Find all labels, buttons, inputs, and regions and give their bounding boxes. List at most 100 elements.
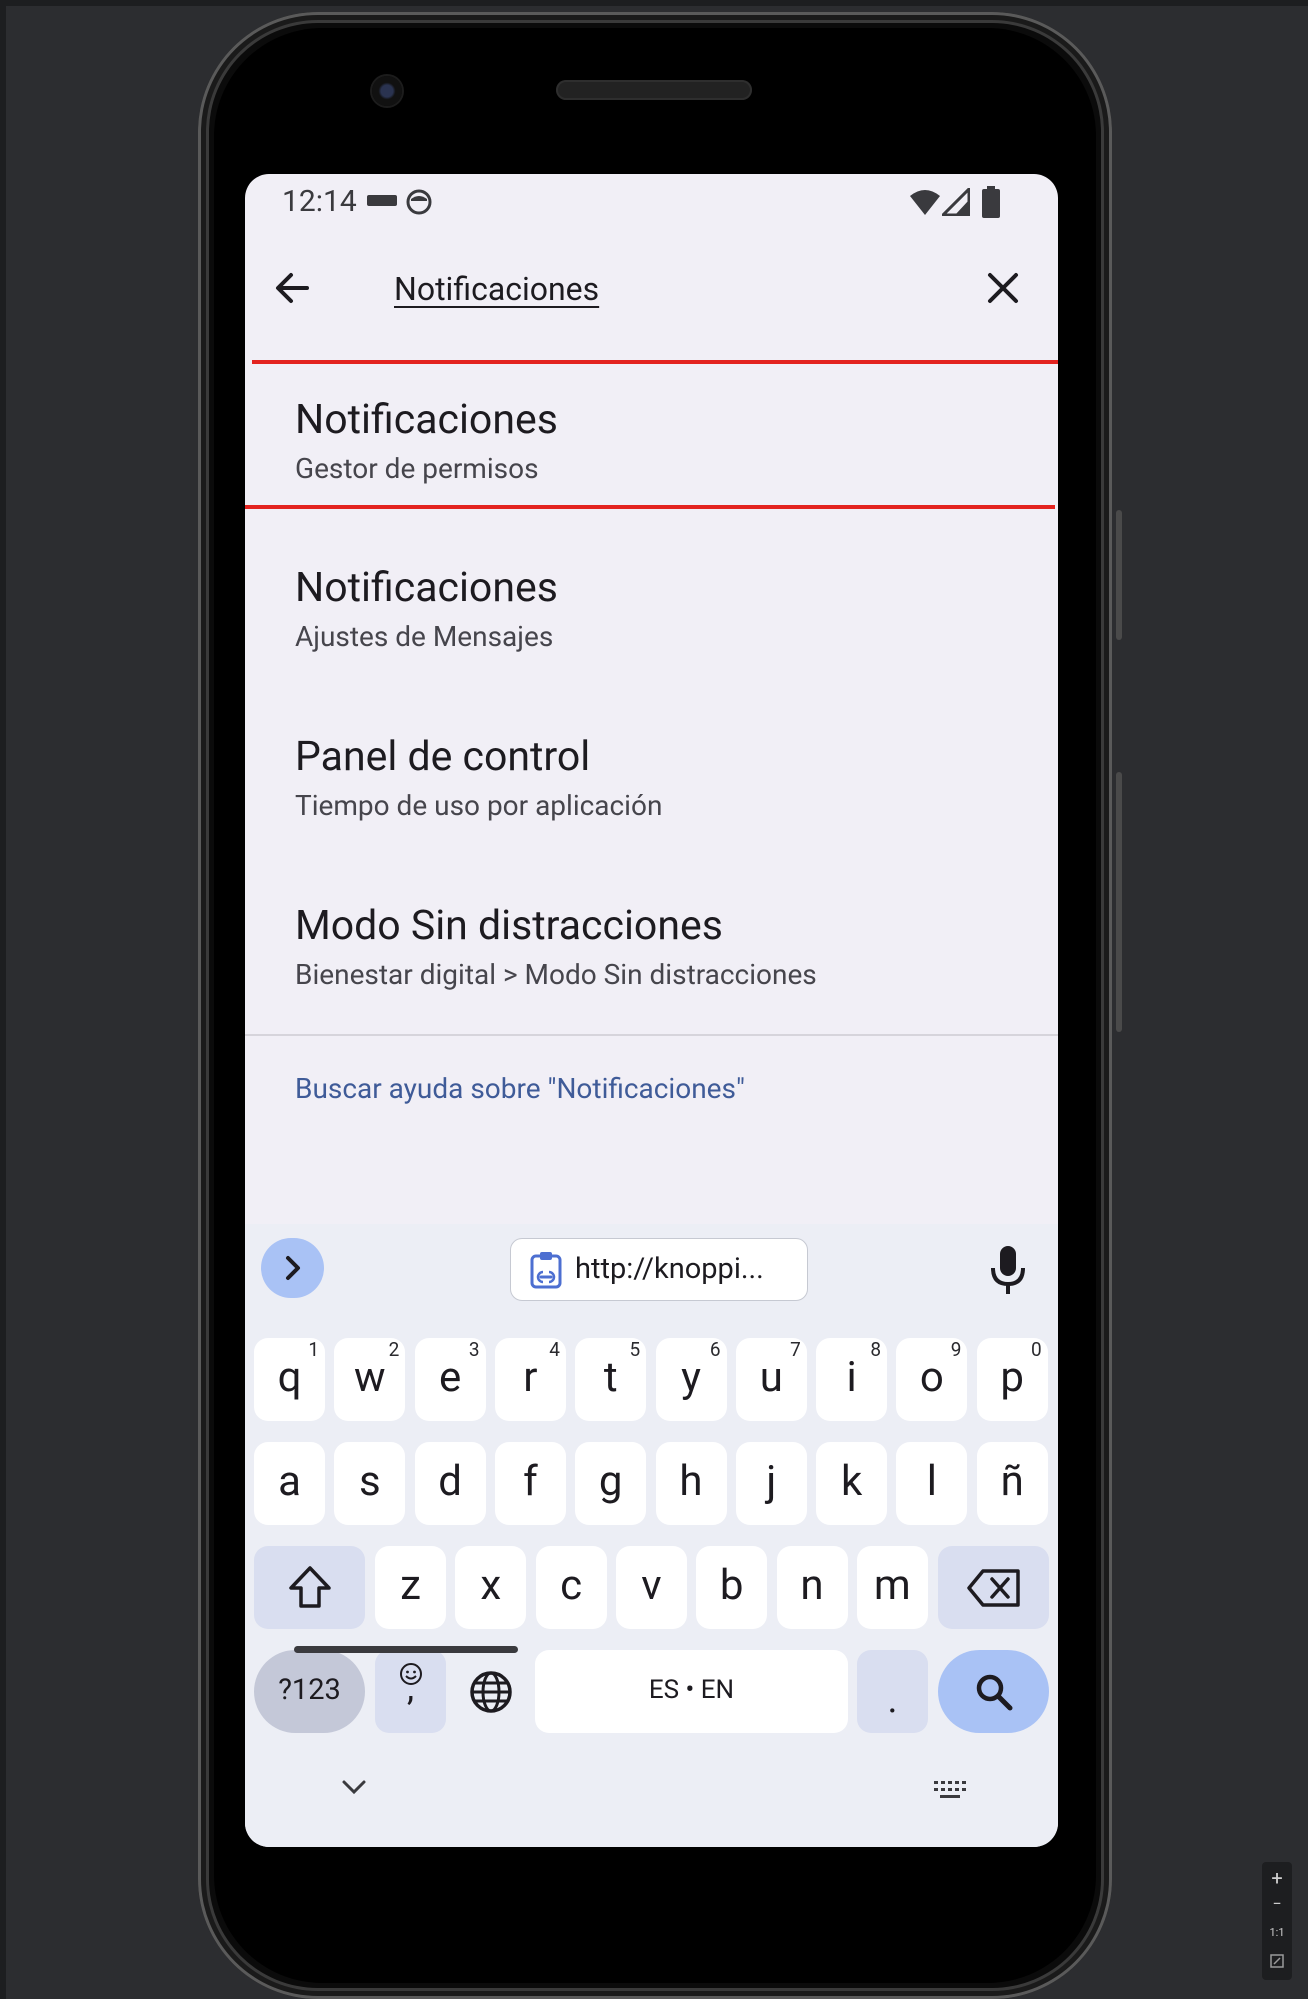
- cell-signal-icon: [942, 188, 970, 216]
- key-u[interactable]: u7: [735, 1338, 807, 1421]
- search-input[interactable]: Notificaciones: [394, 270, 599, 308]
- key-number-hint: 7: [790, 1338, 801, 1361]
- key-o[interactable]: o9: [896, 1338, 968, 1421]
- search-result[interactable]: Modo Sin distracciones Bienestar digital…: [245, 880, 1058, 1010]
- key-label: n: [800, 1561, 824, 1610]
- key-label: c: [560, 1561, 583, 1610]
- shift-arrow-icon: [289, 1566, 331, 1608]
- emoji-comma-key[interactable]: ,: [375, 1650, 446, 1733]
- key-t[interactable]: t5: [575, 1338, 647, 1421]
- key-label: x: [480, 1561, 502, 1610]
- search-bar: Notificaciones: [245, 230, 1058, 350]
- back-arrow-icon[interactable]: [267, 262, 319, 314]
- key-m[interactable]: m: [856, 1546, 928, 1629]
- result-subtitle: Gestor de permisos: [295, 452, 539, 485]
- divider: [245, 1034, 1058, 1036]
- key-c[interactable]: c: [535, 1546, 607, 1629]
- help-link[interactable]: Buscar ayuda sobre "Notificaciones": [295, 1072, 745, 1105]
- key-g[interactable]: g: [575, 1442, 647, 1525]
- key-label: ñ: [1000, 1457, 1024, 1506]
- key-number-hint: 1: [308, 1338, 319, 1361]
- key-s[interactable]: s: [334, 1442, 406, 1525]
- symbols-key-label: ?123: [278, 1673, 341, 1707]
- highlight-line-top: [252, 360, 1058, 364]
- phone-screen: 12:14 Notificaciones Notificaciones Gest…: [245, 174, 1058, 1847]
- search-result[interactable]: Notificaciones Ajustes de Mensajes: [245, 542, 1058, 672]
- search-result[interactable]: Notificaciones Gestor de permisos: [245, 374, 1058, 504]
- key-label: a: [278, 1457, 301, 1506]
- result-subtitle: Ajustes de Mensajes: [295, 620, 554, 653]
- zoom-in-button[interactable]: +: [1262, 1866, 1292, 1890]
- key-i[interactable]: i8: [816, 1338, 888, 1421]
- keyboard-icon[interactable]: [933, 1780, 967, 1802]
- on-screen-keyboard: http://knoppi... ?123 , ES • EN . q 1 w …: [245, 1224, 1058, 1847]
- language-key[interactable]: [456, 1650, 526, 1733]
- clipboard-suggestion-chip[interactable]: http://knoppi...: [510, 1238, 808, 1301]
- face-notification-icon: [406, 189, 432, 215]
- key-z[interactable]: z: [375, 1546, 446, 1629]
- key-h[interactable]: h: [655, 1442, 727, 1525]
- chevron-right-icon: [286, 1256, 300, 1280]
- key-number-hint: 9: [950, 1338, 962, 1361]
- search-key[interactable]: [938, 1650, 1049, 1733]
- period-key-label: .: [887, 1678, 898, 1722]
- expand-toolbar-button[interactable]: [261, 1238, 324, 1298]
- backspace-icon: [967, 1569, 1020, 1607]
- key-label: m: [873, 1561, 911, 1610]
- key-e[interactable]: e3: [414, 1338, 486, 1421]
- result-title: Modo Sin distracciones: [295, 902, 723, 950]
- home-gesture-bar[interactable]: [294, 1646, 518, 1653]
- microphone-icon[interactable]: [983, 1242, 1033, 1296]
- key-n[interactable]: n: [776, 1546, 848, 1629]
- key-f[interactable]: f: [494, 1442, 566, 1525]
- key-q[interactable]: q1: [254, 1338, 325, 1421]
- globe-icon: [470, 1671, 512, 1713]
- zoom-reset-button[interactable]: 1:1: [1262, 1926, 1292, 1939]
- search-icon: [976, 1674, 1013, 1711]
- key-label: k: [840, 1457, 863, 1506]
- key-label: l: [926, 1457, 937, 1506]
- key-a[interactable]: a: [254, 1442, 325, 1525]
- key-y[interactable]: y6: [655, 1338, 727, 1421]
- key-j[interactable]: j: [735, 1442, 807, 1525]
- key-ñ[interactable]: ñ: [976, 1442, 1048, 1525]
- result-title: Panel de control: [295, 733, 591, 781]
- key-w[interactable]: w2: [334, 1338, 406, 1421]
- wifi-icon: [910, 190, 940, 215]
- zoom-out-button[interactable]: −: [1262, 1894, 1292, 1913]
- key-label: j: [766, 1457, 777, 1506]
- result-title: Notificaciones: [295, 396, 558, 444]
- key-v[interactable]: v: [615, 1546, 687, 1629]
- key-number-hint: 6: [709, 1338, 721, 1361]
- key-label: v: [641, 1561, 662, 1610]
- fit-screen-icon[interactable]: [1270, 1954, 1284, 1968]
- volume-button[interactable]: [1116, 772, 1122, 1032]
- chevron-down-icon[interactable]: [341, 1778, 367, 1796]
- key-p[interactable]: p0: [976, 1338, 1048, 1421]
- search-result[interactable]: Panel de control Tiempo de uso por aplic…: [245, 711, 1058, 841]
- zoom-controls: + − 1:1: [1262, 1862, 1292, 1980]
- dash-notification-icon: [367, 195, 397, 206]
- highlight-line-bottom: [245, 505, 1055, 509]
- symbols-key[interactable]: ?123: [254, 1650, 365, 1733]
- comma-label: ,: [406, 1667, 415, 1709]
- key-label: b: [719, 1561, 744, 1610]
- backspace-key[interactable]: [938, 1546, 1049, 1629]
- shift-key[interactable]: [254, 1546, 365, 1629]
- key-b[interactable]: b: [696, 1546, 768, 1629]
- power-button[interactable]: [1116, 510, 1122, 640]
- key-number-hint: 2: [388, 1338, 400, 1361]
- key-number-hint: 8: [870, 1338, 882, 1361]
- space-key[interactable]: ES • EN: [535, 1650, 848, 1733]
- key-l[interactable]: l: [896, 1442, 968, 1525]
- status-time: 12:14: [282, 184, 357, 219]
- key-label: d: [438, 1457, 462, 1506]
- close-icon[interactable]: [977, 262, 1029, 314]
- key-number-hint: 5: [629, 1338, 641, 1361]
- key-k[interactable]: k: [816, 1442, 888, 1525]
- status-bar: 12:14: [245, 174, 1058, 230]
- key-d[interactable]: d: [414, 1442, 486, 1525]
- key-r[interactable]: r4: [494, 1338, 566, 1421]
- period-key[interactable]: .: [857, 1650, 928, 1733]
- key-x[interactable]: x: [455, 1546, 527, 1629]
